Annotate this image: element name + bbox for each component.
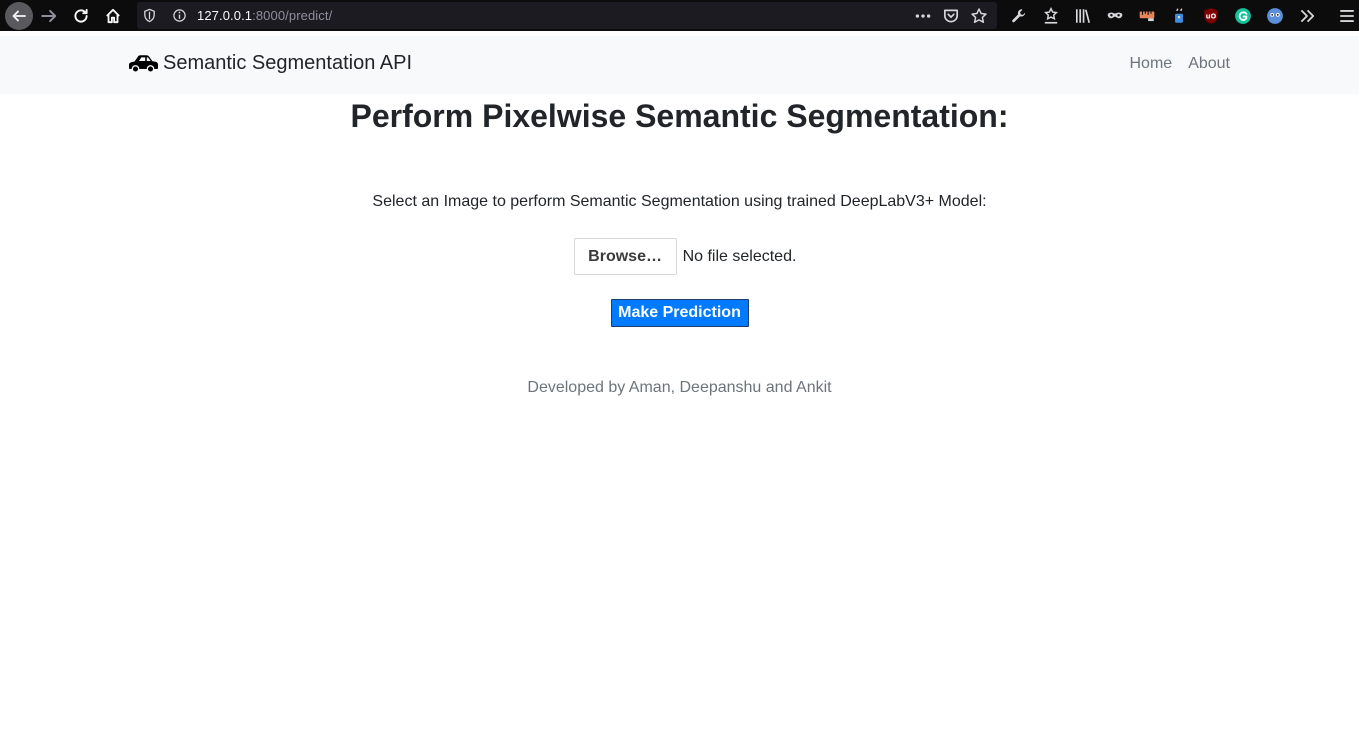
wrench-icon (1012, 8, 1026, 22)
download-star-icon (1043, 6, 1059, 24)
file-status: No file selected. (682, 247, 797, 265)
forward-button[interactable] (33, 0, 65, 31)
arrow-left-icon (12, 10, 26, 21)
main-content: Perform Pixelwise Semantic Segmentation:… (0, 94, 1359, 397)
arrow-right-icon (41, 9, 57, 22)
nav-links: Home About (1130, 55, 1231, 73)
url-text[interactable]: 127.0.0.1:8000/predict/ (197, 8, 332, 23)
info-icon[interactable] (167, 2, 191, 29)
developer-credit: Developed by Aman, Deepanshu and Ankit (527, 379, 832, 396)
car-icon (129, 54, 158, 73)
app-menu-button[interactable] (1331, 0, 1359, 31)
browse-button[interactable]: Browse… (573, 238, 677, 275)
private-mask-button[interactable] (1099, 0, 1131, 31)
home-button[interactable] (97, 0, 129, 31)
ublock-button[interactable]: uO (1195, 0, 1227, 31)
reload-icon (74, 8, 88, 22)
overflow-menu-button[interactable] (1291, 0, 1323, 31)
brand-title: Semantic Segmentation API (163, 52, 413, 74)
page-title: Perform Pixelwise Semantic Segmentation: (350, 98, 1009, 134)
star-icon (971, 7, 987, 23)
navbar-brand[interactable]: Semantic Segmentation API (127, 52, 412, 75)
pocket-icon (943, 9, 959, 22)
library-icon (1075, 8, 1091, 23)
url-path: :8000/predict/ (252, 8, 333, 23)
cup-extension-icon (1175, 7, 1183, 23)
extension-face-button[interactable] (1259, 0, 1291, 31)
back-button[interactable] (5, 1, 33, 30)
more-horizontal-icon (915, 13, 931, 18)
upload-instructions: Select an Image to perform Semantic Segm… (372, 193, 987, 210)
ublock-shield-icon: uO (1204, 7, 1218, 24)
grammarly-icon (1235, 7, 1251, 24)
reading-list-button[interactable] (1035, 0, 1067, 31)
grammarly-button[interactable] (1227, 0, 1259, 31)
chevron-double-right-icon (1300, 9, 1315, 22)
extension-orange-button[interactable] (1131, 0, 1163, 31)
dev-tools-button[interactable] (1003, 0, 1035, 31)
tracking-shield-icon[interactable] (137, 2, 161, 29)
nav-link-about[interactable]: About (1188, 55, 1230, 73)
pocket-button[interactable] (937, 2, 965, 29)
svg-text:uO: uO (1206, 12, 1217, 20)
navbar: Semantic Segmentation API Home About (0, 36, 1359, 94)
url-host: 127.0.0.1 (197, 8, 253, 23)
predict-row: Make Prediction (0, 299, 1359, 327)
home-icon (106, 8, 120, 23)
mask-icon (1107, 12, 1123, 18)
url-bar[interactable]: 127.0.0.1:8000/predict/ (137, 2, 997, 29)
page-actions-button[interactable] (909, 2, 937, 29)
extension-blue-button[interactable] (1163, 0, 1195, 31)
hamburger-menu-icon (1340, 9, 1354, 22)
face-extension-icon (1267, 7, 1283, 24)
library-button[interactable] (1067, 0, 1099, 31)
reload-button[interactable] (65, 0, 97, 31)
make-prediction-button[interactable]: Make Prediction (610, 299, 749, 327)
browser-toolbar: 127.0.0.1:8000/predict/ uO (0, 0, 1359, 31)
ruler-extension-icon (1139, 11, 1155, 21)
file-input: Browse… No file selected. (11, 238, 1359, 275)
nav-link-home[interactable]: Home (1130, 55, 1173, 73)
bookmark-star-button[interactable] (965, 2, 993, 29)
